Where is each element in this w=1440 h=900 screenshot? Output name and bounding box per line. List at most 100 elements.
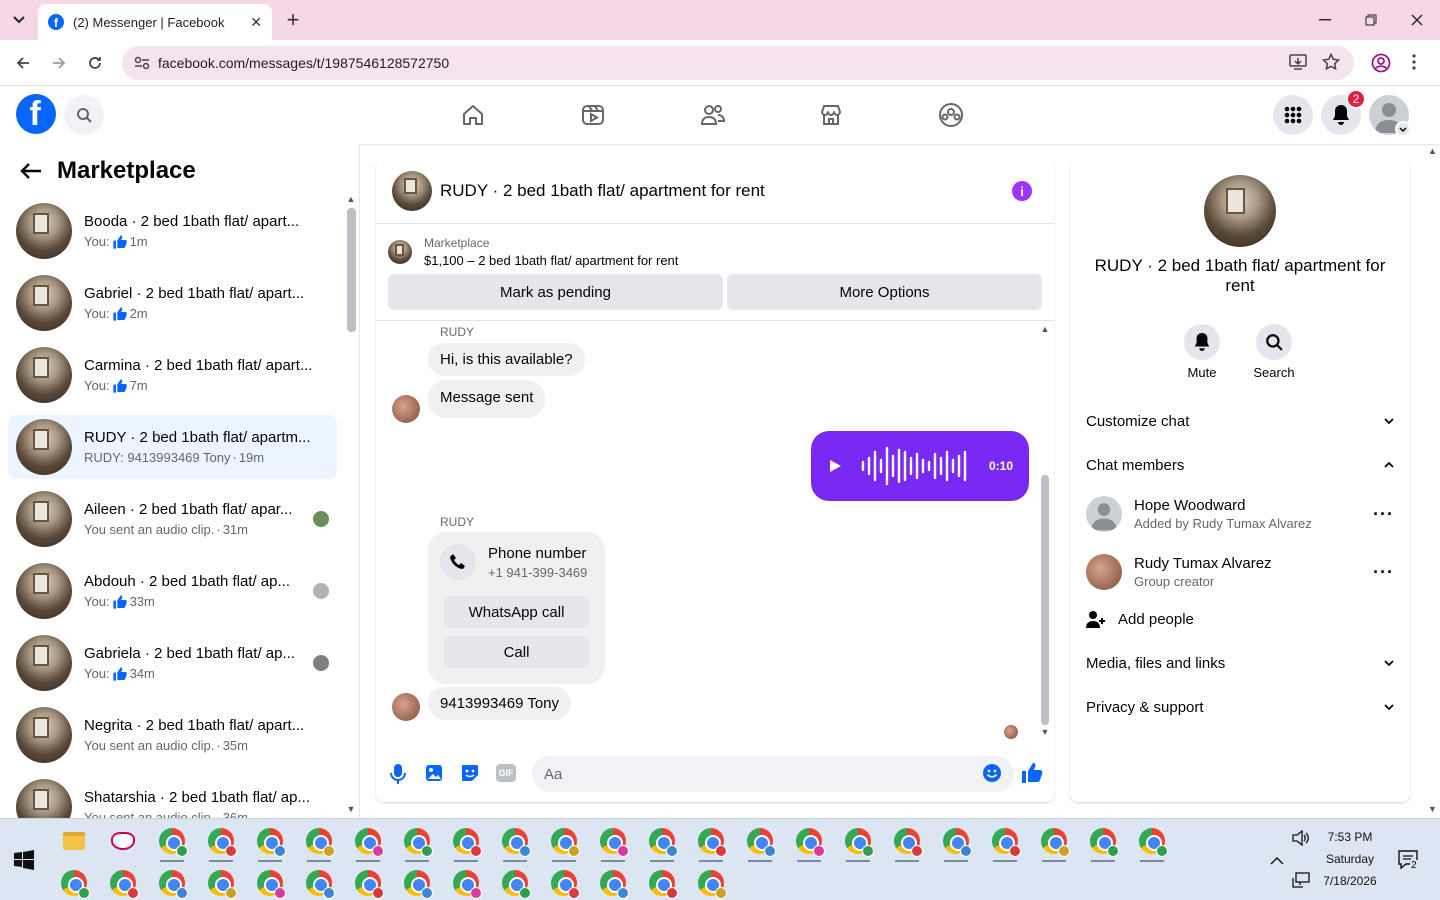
forward-button[interactable] [45, 49, 73, 77]
scroll-up-arrow[interactable]: ▲ [345, 194, 357, 206]
media-section[interactable]: Media, files and links [1086, 652, 1394, 674]
conversation-item[interactable]: Gabriel · 2 bed 1bath flat/ apart... You:… [8, 271, 337, 335]
sender-avatar[interactable] [392, 395, 420, 423]
whatsapp-call-button[interactable]: WhatsApp call [444, 596, 589, 628]
mark-pending-button[interactable]: Mark as pending [388, 274, 723, 310]
install-app-button[interactable] [1289, 53, 1307, 76]
voice-clip-button[interactable] [388, 763, 408, 790]
gif-button[interactable]: GIF [496, 764, 516, 782]
page-scroll-up[interactable]: ▲ [1428, 146, 1438, 156]
customize-chat-section[interactable]: Customize chat [1086, 410, 1394, 432]
chrome-taskbar-item[interactable] [252, 823, 288, 862]
paint-taskbar-item[interactable] [105, 823, 141, 859]
send-like-button[interactable] [1020, 761, 1044, 790]
conversation-item[interactable]: Carmina · 2 bed 1bath flat/ apart... You:… [8, 343, 337, 407]
file-explorer-taskbar-item[interactable] [56, 823, 92, 859]
chrome-taskbar-item[interactable] [938, 823, 974, 862]
chrome-taskbar-item[interactable] [1036, 823, 1072, 862]
chrome-taskbar-item[interactable] [840, 823, 876, 862]
conversation-item[interactable]: Aileen · 2 bed 1bath flat/ apar... You se… [8, 487, 337, 551]
start-button[interactable] [14, 850, 34, 875]
chrome-taskbar-item[interactable] [350, 865, 386, 900]
bookmark-button[interactable] [1321, 52, 1341, 76]
chrome-taskbar-item[interactable] [1134, 823, 1170, 862]
browser-tab[interactable]: f (2) Messenger | Facebook ✕ [38, 4, 272, 40]
chrome-taskbar-item[interactable] [350, 823, 386, 862]
member-options-icon[interactable]: ··· [1373, 562, 1394, 583]
chrome-taskbar-item[interactable] [546, 823, 582, 862]
minimize-button[interactable] [1302, 0, 1348, 40]
call-button[interactable]: Call [444, 636, 589, 668]
chrome-taskbar-item[interactable] [154, 865, 190, 900]
facebook-search-button[interactable] [64, 95, 104, 135]
chrome-taskbar-item[interactable] [742, 823, 778, 862]
chrome-taskbar-item[interactable] [644, 823, 680, 862]
nav-gaming[interactable] [931, 95, 971, 135]
chat-scroll-down[interactable]: ▼ [1039, 727, 1051, 739]
member-options-icon[interactable]: ··· [1373, 504, 1394, 525]
mute-button[interactable] [1184, 324, 1220, 360]
chrome-taskbar-item[interactable] [252, 865, 288, 900]
chrome-taskbar-item[interactable] [399, 865, 435, 900]
maximize-button[interactable] [1348, 0, 1394, 40]
chrome-taskbar-item[interactable] [889, 823, 925, 862]
menu-button[interactable] [1273, 95, 1313, 135]
chrome-taskbar-item[interactable] [56, 865, 92, 900]
chrome-taskbar-item[interactable] [301, 823, 337, 862]
chrome-taskbar-item[interactable] [644, 865, 680, 900]
nav-video[interactable] [573, 95, 613, 135]
chrome-taskbar-item[interactable] [693, 823, 729, 862]
chrome-taskbar-item[interactable] [1085, 823, 1121, 862]
more-options-button[interactable]: More Options [727, 274, 1042, 310]
chrome-taskbar-item[interactable] [203, 823, 239, 862]
scroll-down-arrow[interactable]: ▼ [345, 804, 357, 816]
chat-title[interactable]: RUDY · 2 bed 1bath flat/ apartment for r… [440, 181, 765, 201]
action-center-button[interactable]: 2 [1398, 850, 1420, 875]
nav-friends[interactable] [693, 95, 733, 135]
sticker-button[interactable] [460, 763, 480, 788]
chat-scroll-up[interactable]: ▲ [1039, 324, 1051, 336]
tab-close-button[interactable]: ✕ [250, 14, 262, 31]
chrome-taskbar-item[interactable] [399, 823, 435, 862]
conversation-item[interactable]: Gabriela · 2 bed 1bath flat/ ap... You: 34… [8, 631, 337, 695]
sender-avatar[interactable] [392, 693, 420, 721]
tray-overflow-button[interactable] [1270, 852, 1284, 870]
chat-members-section[interactable]: Chat members [1086, 454, 1394, 476]
chrome-taskbar-item[interactable] [448, 865, 484, 900]
conversation-item[interactable]: Booda · 2 bed 1bath flat/ apart... You: 1m [8, 199, 337, 263]
chrome-taskbar-item[interactable] [693, 865, 729, 900]
conversation-item[interactable]: RUDY · 2 bed 1bath flat/ apartm... RUDY: … [8, 415, 337, 479]
conversation-item[interactable]: Negrita · 2 bed 1bath flat/ apart... You … [8, 703, 337, 767]
facebook-logo[interactable]: f [16, 94, 56, 134]
tab-search-button[interactable] [8, 10, 30, 30]
message-input[interactable]: Aa [532, 756, 1014, 792]
play-icon[interactable] [827, 458, 843, 474]
conversation-item[interactable]: Abdouh · 2 bed 1bath flat/ ap... You: 33m [8, 559, 337, 623]
chrome-taskbar-item[interactable] [546, 865, 582, 900]
message-bubble[interactable]: Hi, is this available? [428, 343, 585, 376]
chat-scrollbar[interactable] [1041, 475, 1049, 725]
privacy-section[interactable]: Privacy & support [1086, 696, 1394, 718]
account-dropdown[interactable] [1395, 121, 1411, 137]
emoji-button[interactable] [982, 763, 1002, 788]
message-bubble[interactable]: Message sent [428, 380, 546, 418]
nav-marketplace[interactable] [811, 95, 851, 135]
back-button[interactable] [9, 49, 37, 77]
chrome-taskbar-item[interactable] [791, 823, 827, 862]
chrome-taskbar-item[interactable] [987, 823, 1023, 862]
chat-avatar[interactable] [392, 171, 432, 211]
system-clock[interactable]: 7:53 PM Saturday 7/18/2026 [1320, 826, 1380, 892]
message-bubble[interactable]: 9413993469 Tony [428, 687, 572, 720]
close-window-button[interactable] [1394, 0, 1440, 40]
member-row[interactable]: Hope Woodward Added by Rudy Tumax Alvare… [1086, 494, 1394, 534]
new-tab-button[interactable]: + [282, 7, 304, 32]
network-button[interactable] [1292, 872, 1310, 893]
search-in-chat-button[interactable] [1256, 324, 1292, 360]
listing-summary[interactable]: Marketplace $1,100 – 2 bed 1bath flat/ a… [388, 236, 678, 268]
chrome-taskbar-item[interactable] [497, 865, 533, 900]
address-bar[interactable]: facebook.com/messages/t/1987546128572750 [122, 46, 1354, 80]
chrome-taskbar-item[interactable] [497, 823, 533, 862]
info-icon[interactable]: i [1012, 181, 1032, 201]
chrome-taskbar-item[interactable] [105, 865, 141, 900]
chrome-taskbar-item[interactable] [301, 865, 337, 900]
